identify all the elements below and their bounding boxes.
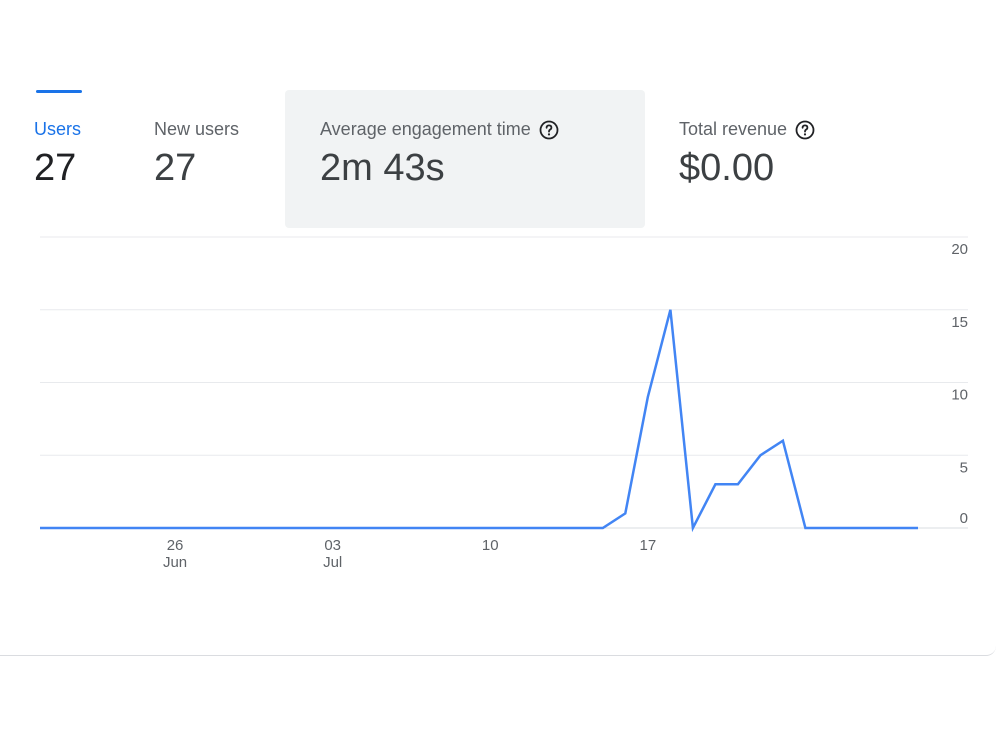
metric-label: Total revenue <box>679 119 788 139</box>
x-tick-sublabel: Jul <box>323 554 342 571</box>
x-tick-sublabel: Jun <box>163 554 187 571</box>
series-line-users <box>40 309 918 533</box>
help-circle-icon[interactable] <box>539 120 559 140</box>
x-tick-label: 17 <box>640 537 657 554</box>
x-tick-label: 26 <box>167 537 184 554</box>
metric-label-row: Average engagement time <box>320 119 559 140</box>
x-tick-label: 03 <box>324 537 341 554</box>
metric-tab-total-revenue[interactable]: Total revenue $0.00 <box>679 90 879 228</box>
users-line-chart: 0 5 10 15 20 26Jun 03Jul 10 17 <box>40 236 968 571</box>
metric-value: $0.00 <box>679 147 775 189</box>
y-tick-label: 10 <box>951 387 968 404</box>
metric-value: 2m 43s <box>320 147 445 189</box>
metric-value: 27 <box>154 147 197 189</box>
metric-label: Users <box>34 119 82 139</box>
metric-label: Average engagement time <box>320 119 531 139</box>
metric-label-row: Total revenue <box>679 119 815 140</box>
x-tick-label: 10 <box>482 537 499 554</box>
metric-label: New users <box>154 119 240 139</box>
y-tick-label: 5 <box>960 459 968 476</box>
metric-tab-new-users[interactable]: New users 27 <box>154 90 274 228</box>
metric-tab-average-engagement-time[interactable]: Average engagement time 2m 43s <box>285 90 645 228</box>
help-circle-icon[interactable] <box>795 120 815 140</box>
metric-value: 27 <box>34 147 77 189</box>
y-tick-label: 15 <box>951 314 968 331</box>
y-tick-label: 0 <box>960 510 968 527</box>
metric-tab-users[interactable]: Users 27 <box>34 90 134 228</box>
y-tick-label: 20 <box>951 241 968 258</box>
